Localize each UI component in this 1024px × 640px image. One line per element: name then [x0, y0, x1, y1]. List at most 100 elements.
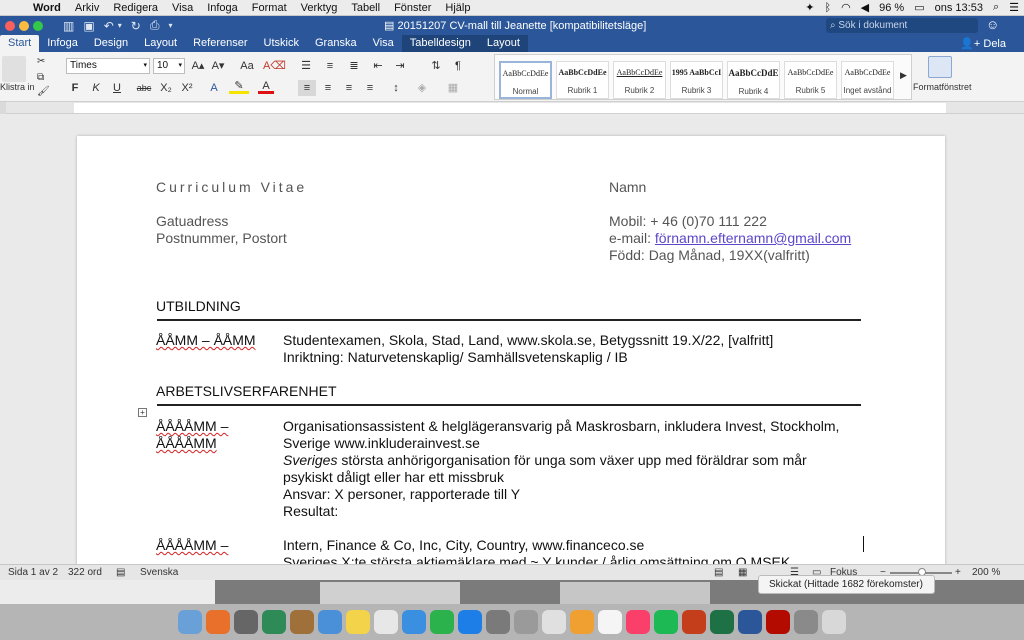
- notification-center-icon[interactable]: ☰: [1004, 1, 1024, 14]
- align-left-icon[interactable]: ≡: [298, 80, 316, 96]
- text-effects-icon[interactable]: A: [204, 80, 224, 96]
- font-size-select[interactable]: 10 ▾: [153, 58, 185, 74]
- app-icon[interactable]: [262, 610, 286, 634]
- photos-icon[interactable]: [374, 610, 398, 634]
- numbering-icon[interactable]: ≡: [322, 58, 338, 74]
- style-inget-avstand[interactable]: AaBbCcDdEe Inget avstånd: [841, 61, 894, 99]
- shading-icon[interactable]: ◈: [414, 80, 430, 96]
- styles-more-icon[interactable]: ▶: [900, 70, 907, 81]
- menu-hjalp[interactable]: Hjälp: [438, 2, 477, 14]
- stickies-icon[interactable]: [346, 610, 370, 634]
- align-center-icon[interactable]: ≡: [320, 80, 336, 96]
- style-rubrik-2[interactable]: AaBbCcDdEe Rubrik 2: [613, 61, 666, 99]
- styles-pane-icon[interactable]: [928, 56, 952, 78]
- page-count[interactable]: Sida 1 av 2: [8, 567, 58, 578]
- email-link[interactable]: förnamn.efternamn@gmail.com: [655, 230, 851, 246]
- shrink-font-icon[interactable]: A▾: [209, 58, 227, 74]
- style-rubrik-5[interactable]: AaBbCcDdEe Rubrik 5: [784, 61, 837, 99]
- print-layout-icon[interactable]: ▤: [714, 567, 723, 578]
- trash-icon[interactable]: [822, 610, 846, 634]
- undo-dropdown-icon[interactable]: ▾: [118, 21, 122, 30]
- word-icon[interactable]: [738, 610, 762, 634]
- facetime-icon[interactable]: [430, 610, 454, 634]
- proofing-icon[interactable]: ▤: [116, 567, 125, 578]
- menu-infoga[interactable]: Infoga: [200, 2, 245, 14]
- paste-icon[interactable]: [2, 56, 26, 82]
- styles-pane-label[interactable]: Formatfönstret: [913, 82, 972, 92]
- save-icon[interactable]: ▣: [83, 19, 94, 33]
- menu-fonster[interactable]: Fönster: [387, 2, 438, 14]
- multilevel-list-icon[interactable]: ≣: [346, 58, 362, 74]
- tab-visa[interactable]: Visa: [365, 35, 402, 52]
- format-painter-icon[interactable]: 🖌: [37, 86, 50, 97]
- word-count[interactable]: 322 ord: [68, 567, 102, 578]
- paste-label[interactable]: Klistra in: [0, 82, 35, 92]
- account-icon[interactable]: ☺: [986, 17, 999, 32]
- notes-icon[interactable]: [290, 610, 314, 634]
- zoom-window-button[interactable]: [33, 20, 43, 31]
- firefox-icon[interactable]: [206, 610, 230, 634]
- bold-icon[interactable]: F: [68, 80, 82, 96]
- cut-icon[interactable]: ✂: [37, 56, 45, 67]
- sort-icon[interactable]: ⇅: [428, 58, 444, 74]
- document-page[interactable]: Curriculum Vitae Namn Gatuadress Postnum…: [77, 136, 945, 564]
- messages-icon[interactable]: [402, 610, 426, 634]
- menu-format[interactable]: Format: [245, 2, 294, 14]
- tab-referenser[interactable]: Referenser: [185, 35, 255, 52]
- menu-verktyg[interactable]: Verktyg: [294, 2, 345, 14]
- font-color-icon[interactable]: A: [258, 80, 274, 94]
- document-canvas[interactable]: Curriculum Vitae Namn Gatuadress Postnum…: [0, 114, 1024, 564]
- zoom-level[interactable]: 200 %: [972, 567, 1000, 578]
- mail-icon[interactable]: [542, 610, 566, 634]
- clock[interactable]: ons 13:53: [930, 2, 988, 14]
- style-rubrik-3[interactable]: 1995 AaBbCcI Rubrik 3: [670, 61, 723, 99]
- menu-redigera[interactable]: Redigera: [106, 2, 165, 14]
- itunes-icon[interactable]: [626, 610, 650, 634]
- web-layout-icon[interactable]: ▦: [738, 567, 747, 578]
- style-rubrik-1[interactable]: AaBbCcDdEe Rubrik 1: [556, 61, 609, 99]
- tab-tabelldesign[interactable]: Tabelldesign: [401, 35, 479, 52]
- strikethrough-icon[interactable]: abc: [136, 80, 152, 96]
- customize-toolbar-icon[interactable]: ▾: [168, 21, 172, 30]
- menu-arkiv[interactable]: Arkiv: [68, 2, 106, 14]
- menu-tabell[interactable]: Tabell: [344, 2, 387, 14]
- horizontal-ruler[interactable]: [0, 102, 1024, 114]
- notification-toast[interactable]: Skickat (Hittade 1682 förekomster): [758, 575, 935, 594]
- justify-icon[interactable]: ≡: [362, 80, 378, 96]
- highlight-icon[interactable]: ✎: [229, 80, 249, 94]
- grow-font-icon[interactable]: A▴: [189, 58, 207, 74]
- style-rubrik-4[interactable]: AaBbCcDdE Rubrik 4: [727, 61, 780, 99]
- bullets-icon[interactable]: ☰: [298, 58, 314, 74]
- show-formatting-icon[interactable]: ¶: [450, 58, 466, 74]
- app-store-icon[interactable]: [458, 610, 482, 634]
- change-case-icon[interactable]: Aa: [236, 58, 258, 74]
- language[interactable]: Svenska: [140, 567, 178, 578]
- decrease-indent-icon[interactable]: ⇤: [370, 58, 386, 74]
- folder-icon[interactable]: [318, 610, 342, 634]
- copy-icon[interactable]: ⧉: [37, 72, 44, 83]
- downloads-icon[interactable]: [794, 610, 818, 634]
- minimize-window-button[interactable]: [19, 20, 29, 31]
- powerpoint-icon[interactable]: [682, 610, 706, 634]
- menu-visa[interactable]: Visa: [165, 2, 200, 14]
- table-move-handle-icon[interactable]: +: [138, 408, 147, 417]
- excel-icon[interactable]: [710, 610, 734, 634]
- redo-icon[interactable]: ↻: [131, 19, 141, 33]
- borders-icon[interactable]: ▦: [444, 80, 462, 96]
- superscript-icon[interactable]: X²: [179, 80, 195, 96]
- bluetooth-icon[interactable]: ᛒ: [819, 2, 836, 14]
- undo-icon[interactable]: ↶: [104, 19, 114, 33]
- increase-indent-icon[interactable]: ⇥: [392, 58, 408, 74]
- tab-table-layout[interactable]: Layout: [478, 35, 528, 52]
- system-preferences-icon[interactable]: [486, 610, 510, 634]
- tab-layout[interactable]: Layout: [136, 35, 185, 52]
- dropbox-icon[interactable]: ✦: [800, 1, 819, 14]
- tab-utskick[interactable]: Utskick: [256, 35, 307, 52]
- line-spacing-icon[interactable]: ↕: [388, 80, 404, 96]
- search-document-input[interactable]: ⌕ Sök i dokument: [826, 18, 978, 33]
- tab-infoga[interactable]: Infoga: [39, 35, 86, 52]
- close-window-button[interactable]: [5, 20, 15, 31]
- italic-icon[interactable]: K: [89, 80, 103, 96]
- volume-icon[interactable]: ◀: [856, 1, 874, 14]
- wifi-icon[interactable]: ◠: [836, 1, 856, 14]
